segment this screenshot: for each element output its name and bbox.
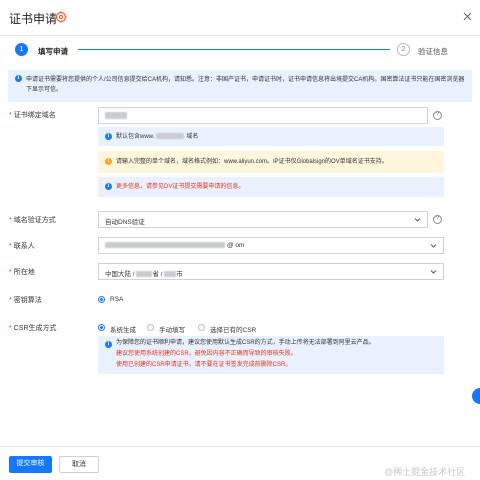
csr-note-2: 建议您使用系统创建的CSR，避免因内容不正确而导致的审核失败。 (116, 351, 297, 357)
csr-existing-label: 选择已有的CSR (210, 327, 257, 334)
location-select[interactable]: 中国大陆 / 省 / 市 (98, 263, 444, 280)
chevron-down-icon (430, 244, 437, 248)
dialog-title: 证书申请 (9, 12, 58, 26)
contact-label: * 联系人 (9, 243, 35, 250)
step-2-label: 验证信息 (418, 47, 448, 56)
info-icon: i (15, 75, 22, 82)
csr-note-1: 为保障您的证书顺利申请，建议您使用默认生成CSR的方式，手动上传将无法部署到阿里… (116, 340, 375, 346)
submit-button[interactable]: 提交审核 (9, 456, 52, 473)
location-province: 省 / (152, 271, 163, 278)
dialog-footer: 提交审核 取消 @稀土掘金技术社区 (0, 446, 480, 480)
default-note-prefix: 默认包含www. (116, 134, 155, 140)
csr-manual-radio[interactable] (147, 324, 154, 331)
domain-more-info: i 更多信息，请参见DV证书提交需要申请的信息。 (98, 177, 444, 197)
watermark: @稀土掘金技术社区 (384, 467, 466, 477)
chevron-down-icon (414, 218, 421, 222)
domain-label: * 证书绑定域名 (9, 112, 56, 119)
location-label: * 所在地 (9, 269, 35, 276)
verify-label: * 域名验证方式 (9, 217, 56, 224)
csr-system-radio[interactable] (98, 324, 105, 331)
csr-label: * CSR生成方式 (9, 325, 57, 332)
rsa-radio[interactable] (98, 296, 105, 303)
contact-select[interactable]: @ om (98, 237, 444, 254)
info-icon: i (105, 341, 112, 348)
location-city: 市 (176, 271, 183, 278)
verify-select[interactable]: 自动DNS验证 (98, 211, 428, 228)
warning-icon: ! (105, 158, 112, 165)
default-note-suffix: 域名 (186, 134, 199, 140)
csr-note: i 为保障您的证书顺利申请，建议您使用默认生成CSR的方式，手动上传将无法部署到… (98, 336, 444, 374)
more-info-link[interactable]: 更多信息，请参见DV证书提交需要申请的信息。 (116, 182, 244, 192)
step-indicator: 1 填写申请 2 验证信息 (0, 40, 480, 62)
help-icon[interactable]: ? (433, 215, 442, 224)
rsa-label: RSA (110, 296, 124, 303)
domain-default-note: i 默认包含www. 域名 (98, 127, 444, 146)
csr-system-label: 系统生成 (110, 327, 136, 334)
algo-label: * 密钥算法 (9, 297, 42, 304)
cloud-gear-icon[interactable] (54, 10, 68, 24)
verify-value: 自动DNS验证 (105, 219, 145, 226)
help-icon[interactable]: ? (433, 111, 442, 120)
domain-format-warning: ! 请输入完整的单个域名，域名格式例如：www.aliyun.com。IP证书仅… (98, 151, 444, 173)
info-icon: i (105, 133, 112, 140)
csr-manual-label: 手动填写 (159, 327, 185, 334)
info-banner: i 申请证书需要将您提供的个人/公司信息提交给CA机构，请知悉。注意：非国产证书… (8, 70, 472, 102)
cancel-button[interactable]: 取消 (59, 456, 99, 473)
domain-warning-text: 请输入完整的单个域名，域名格式例如：www.aliyun.com。IP证书仅Gl… (116, 159, 388, 165)
dialog-header: 证书申请 (0, 0, 480, 36)
info-icon: i (105, 183, 112, 190)
chevron-down-icon (430, 270, 437, 274)
contact-value: @ om (227, 242, 245, 249)
domain-input[interactable] (98, 107, 428, 124)
floating-help-button[interactable] (472, 388, 480, 404)
location-country: 中国大陆 / (105, 271, 135, 278)
info-banner-text: 申请证书需要将您提供的个人/公司信息提交给CA机构，请知悉。注意：非国产证书，申… (26, 77, 465, 93)
csr-existing-radio[interactable] (198, 324, 205, 331)
close-icon[interactable] (462, 11, 473, 22)
step-1-number: 1 (15, 43, 28, 56)
step-2-number: 2 (397, 43, 410, 56)
step-connector (78, 49, 390, 50)
csr-note-3: 使用已创建的CSR申请证书，请不要在证书签发完成前删除CSR。 (116, 362, 292, 368)
step-1-label: 填写申请 (38, 47, 68, 56)
